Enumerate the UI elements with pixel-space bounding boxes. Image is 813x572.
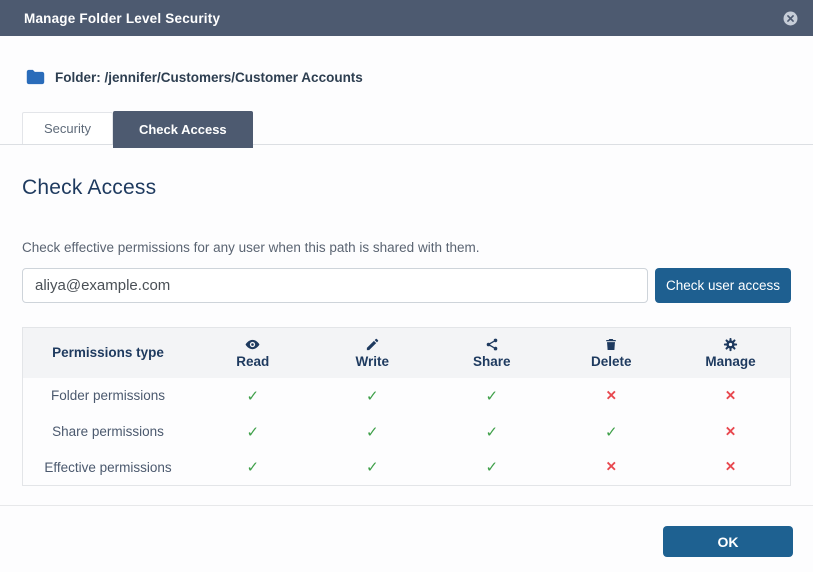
user-email-input[interactable] [22, 268, 648, 303]
row-label: Share permissions [23, 414, 193, 450]
column-label: Delete [591, 354, 632, 369]
close-button[interactable] [781, 9, 799, 27]
permission-cell [312, 450, 432, 486]
permission-cell [671, 378, 791, 414]
permission-cell [193, 450, 313, 486]
permissions-table: Permissions type Read [22, 327, 791, 486]
permission-cell [551, 414, 671, 450]
column-permissions-type: Permissions type [23, 328, 193, 378]
column-write: Write [312, 328, 432, 378]
permission-cell [551, 450, 671, 486]
permission-cell [312, 414, 432, 450]
description-text: Check effective permissions for any user… [22, 240, 791, 255]
row-label: Effective permissions [23, 450, 193, 486]
permission-cell [671, 414, 791, 450]
page-title: Check Access [22, 176, 791, 200]
column-label: Write [355, 354, 389, 369]
tab-security[interactable]: Security [22, 112, 113, 144]
gear-icon [671, 336, 790, 351]
trash-icon [551, 336, 671, 351]
ok-button[interactable]: OK [663, 526, 793, 557]
tab-bar: Security Check Access [0, 111, 813, 145]
table-row: Folder permissions [23, 378, 791, 414]
permission-cell [432, 414, 552, 450]
pencil-icon [312, 336, 432, 351]
folder-path-row: Folder: /jennifer/Customers/Customer Acc… [0, 36, 813, 86]
permission-cell [551, 378, 671, 414]
check-user-access-button[interactable]: Check user access [655, 268, 791, 303]
modal-content: Check Access Check effective permissions… [0, 176, 813, 486]
folder-label: Folder: [55, 70, 101, 85]
table-header-row: Permissions type Read [23, 328, 791, 378]
table-row: Effective permissions [23, 450, 791, 486]
modal-footer: OK [0, 505, 813, 572]
column-delete: Delete [551, 328, 671, 378]
column-label: Share [473, 354, 511, 369]
modal-header: Manage Folder Level Security [0, 0, 813, 36]
permission-cell [193, 378, 313, 414]
table-row: Share permissions [23, 414, 791, 450]
tab-check-access[interactable]: Check Access [113, 111, 253, 148]
column-manage: Manage [671, 328, 791, 378]
folder-path-text: Folder: /jennifer/Customers/Customer Acc… [55, 70, 363, 85]
column-label: Read [236, 354, 269, 369]
close-icon [782, 10, 799, 27]
folder-icon [26, 68, 45, 86]
column-read: Read [193, 328, 313, 378]
modal-title: Manage Folder Level Security [24, 11, 220, 26]
column-label: Manage [705, 354, 755, 369]
row-label: Folder permissions [23, 378, 193, 414]
column-share: Share [432, 328, 552, 378]
permission-cell [432, 378, 552, 414]
share-icon [432, 336, 552, 351]
folder-path-value: /jennifer/Customers/Customer Accounts [105, 70, 363, 85]
permission-cell [312, 378, 432, 414]
column-label: Permissions type [52, 345, 164, 360]
permission-cell [671, 450, 791, 486]
permission-cell [193, 414, 313, 450]
permission-cell [432, 450, 552, 486]
eye-icon [193, 336, 313, 351]
check-access-form: Check user access [22, 268, 791, 303]
